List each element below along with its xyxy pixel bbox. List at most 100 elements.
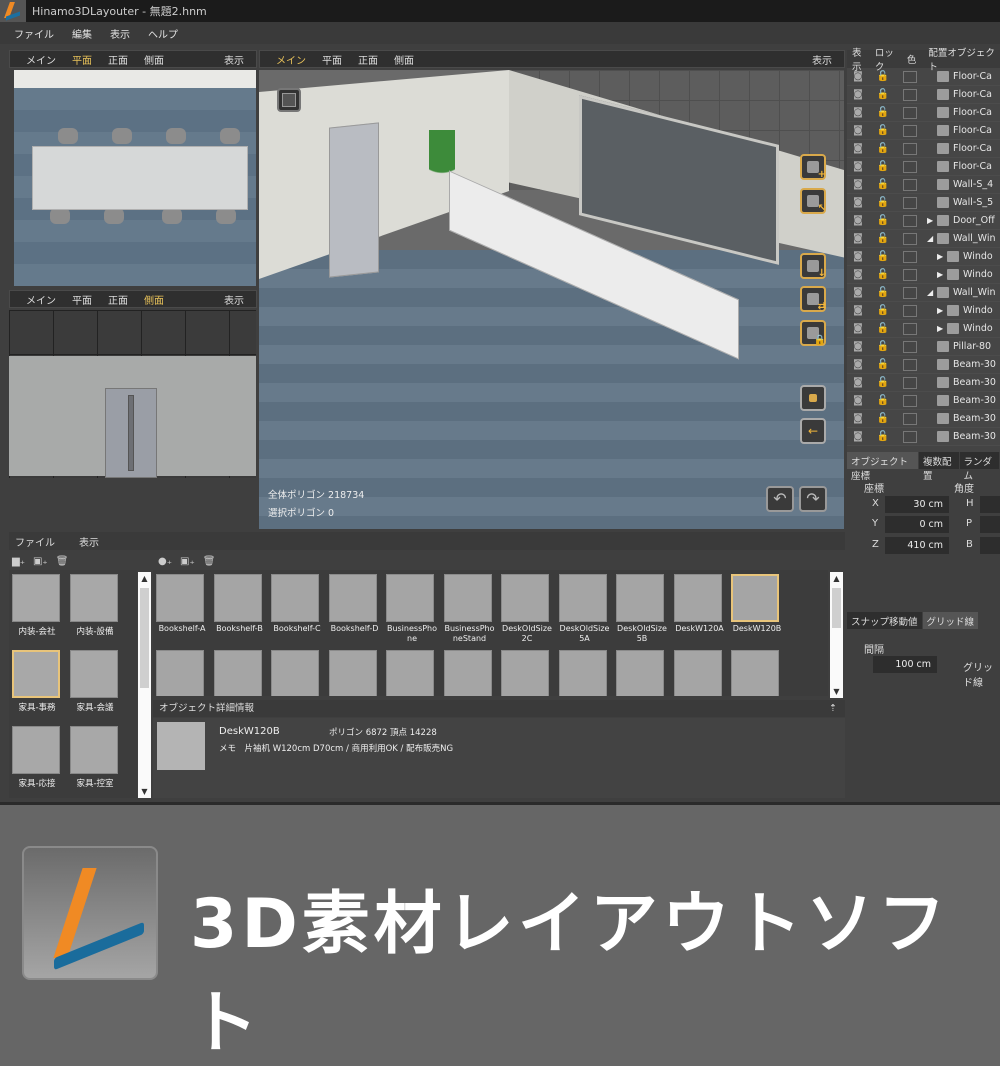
- color-swatch[interactable]: [903, 286, 917, 299]
- expand-arrow-icon[interactable]: ▶: [937, 270, 947, 279]
- view-display-button[interactable]: 表示: [224, 292, 244, 307]
- visibility-camera-icon[interactable]: ◙: [847, 233, 869, 244]
- z-field[interactable]: 410 cm: [885, 537, 949, 554]
- tab-main[interactable]: メイン: [276, 52, 306, 67]
- object-row[interactable]: ◙ 🔓 Pillar-80: [847, 338, 1000, 356]
- p-field[interactable]: [980, 516, 1000, 533]
- color-swatch[interactable]: [903, 88, 917, 101]
- select-object-button[interactable]: ↖: [800, 188, 826, 214]
- object-row[interactable]: ◙ 🔓 Beam-30: [847, 428, 1000, 446]
- visibility-camera-icon[interactable]: ◙: [847, 431, 869, 442]
- unlock-icon[interactable]: 🔓: [869, 287, 897, 298]
- library-item[interactable]: BusinessPhone: [386, 574, 438, 644]
- visibility-camera-icon[interactable]: ◙: [847, 413, 869, 424]
- item-scrollbar[interactable]: ▲ ▼: [830, 572, 843, 698]
- library-item[interactable]: DeskOldSize2C: [501, 574, 553, 644]
- color-swatch[interactable]: [903, 412, 917, 425]
- add-image-icon[interactable]: ▣₊: [180, 556, 195, 567]
- visibility-camera-icon[interactable]: ◙: [847, 161, 869, 172]
- object-row[interactable]: ◙ 🔓 ▶ Door_Off: [847, 212, 1000, 230]
- menu-edit[interactable]: 編集: [72, 26, 92, 41]
- library-item[interactable]: Bookshelf-C: [271, 574, 323, 634]
- viewport-toggle-button[interactable]: [277, 88, 301, 112]
- trash-icon[interactable]: 🗑: [56, 556, 69, 567]
- unlock-icon[interactable]: 🔓: [869, 269, 897, 280]
- menu-file[interactable]: ファイル: [14, 26, 54, 41]
- expand-arrow-icon[interactable]: ▶: [937, 306, 947, 315]
- unlock-icon[interactable]: 🔓: [869, 71, 897, 82]
- library-item[interactable]: [213, 650, 266, 696]
- object-row[interactable]: ◙ 🔓 Wall-S_5: [847, 194, 1000, 212]
- unlock-icon[interactable]: 🔓: [869, 431, 897, 442]
- color-swatch[interactable]: [903, 124, 917, 137]
- object-row[interactable]: ◙ 🔓 Beam-30: [847, 374, 1000, 392]
- unlock-icon[interactable]: 🔓: [869, 251, 897, 262]
- tab-multi-place[interactable]: 複数配置: [919, 452, 959, 482]
- color-swatch[interactable]: [903, 160, 917, 173]
- unlock-icon[interactable]: 🔓: [869, 323, 897, 334]
- tab-side[interactable]: 側面: [144, 292, 164, 307]
- collapse-icon[interactable]: ⇡: [829, 700, 837, 717]
- menu-view[interactable]: 表示: [110, 26, 130, 41]
- tab-grid[interactable]: グリッド線: [922, 612, 979, 629]
- category-item[interactable]: 内装-会社: [12, 574, 62, 637]
- object-row[interactable]: ◙ 🔓 Beam-30: [847, 410, 1000, 428]
- library-file-menu[interactable]: ファイル: [15, 534, 55, 549]
- object-row[interactable]: ◙ 🔓 Floor-Ca: [847, 86, 1000, 104]
- visibility-camera-icon[interactable]: ◙: [847, 395, 869, 406]
- unlock-icon[interactable]: 🔓: [869, 197, 897, 208]
- category-item[interactable]: 家具-応接: [12, 726, 62, 789]
- library-item[interactable]: [386, 650, 438, 696]
- object-row[interactable]: ◙ 🔓 Floor-Ca: [847, 140, 1000, 158]
- color-swatch[interactable]: [903, 250, 917, 263]
- object-row[interactable]: ◙ 🔓 Floor-Ca: [847, 158, 1000, 176]
- expand-arrow-icon[interactable]: ▶: [937, 324, 947, 333]
- color-swatch[interactable]: [903, 376, 917, 389]
- object-row[interactable]: ◙ 🔓 Wall-S_4: [847, 176, 1000, 194]
- interval-field[interactable]: 100 cm: [873, 656, 937, 673]
- visibility-camera-icon[interactable]: ◙: [847, 269, 869, 280]
- visibility-camera-icon[interactable]: ◙: [847, 287, 869, 298]
- object-row[interactable]: ◙ 🔓 Beam-30: [847, 356, 1000, 374]
- unlock-icon[interactable]: 🔓: [869, 233, 897, 244]
- tab-plan[interactable]: 平面: [72, 52, 92, 67]
- unlock-icon[interactable]: 🔓: [869, 143, 897, 154]
- view-display-button[interactable]: 表示: [224, 52, 244, 67]
- color-swatch[interactable]: [903, 232, 917, 245]
- color-swatch[interactable]: [903, 106, 917, 119]
- object-row[interactable]: ◙ 🔓 ▶ Windo: [847, 302, 1000, 320]
- object-row[interactable]: ◙ 🔓 Floor-Ca: [847, 122, 1000, 140]
- library-item[interactable]: [731, 650, 783, 696]
- object-row[interactable]: ◙ 🔓 Beam-30: [847, 392, 1000, 410]
- library-view-menu[interactable]: 表示: [79, 534, 99, 549]
- category-item[interactable]: 家具-控室: [70, 726, 120, 789]
- library-item[interactable]: [616, 650, 668, 696]
- object-row[interactable]: ◙ 🔓 ◢ Wall_Win: [847, 230, 1000, 248]
- visibility-camera-icon[interactable]: ◙: [847, 143, 869, 154]
- library-item[interactable]: [156, 650, 208, 696]
- plan-viewport[interactable]: [14, 70, 256, 286]
- unlock-icon[interactable]: 🔓: [869, 89, 897, 100]
- object-row[interactable]: ◙ 🔓 ▶ Windo: [847, 248, 1000, 266]
- unlock-icon[interactable]: 🔓: [869, 125, 897, 136]
- visibility-camera-icon[interactable]: ◙: [847, 377, 869, 388]
- unlock-icon[interactable]: 🔓: [869, 359, 897, 370]
- color-swatch[interactable]: [903, 178, 917, 191]
- color-swatch[interactable]: [903, 214, 917, 227]
- side-viewport[interactable]: [9, 310, 256, 478]
- category-item[interactable]: 内装-設備: [70, 574, 120, 637]
- category-item[interactable]: 家具-会議: [70, 650, 120, 713]
- redo-button[interactable]: ↷: [799, 486, 827, 512]
- visibility-camera-icon[interactable]: ◙: [847, 359, 869, 370]
- expand-arrow-icon[interactable]: ◢: [927, 288, 937, 297]
- library-item[interactable]: DeskOldSize5A: [558, 574, 611, 644]
- unlock-icon[interactable]: 🔓: [869, 107, 897, 118]
- library-item[interactable]: Bookshelf-D: [328, 574, 381, 634]
- color-swatch[interactable]: [903, 340, 917, 353]
- color-swatch[interactable]: [903, 142, 917, 155]
- tab-side[interactable]: 側面: [144, 52, 164, 67]
- h-field[interactable]: [980, 496, 1000, 513]
- visibility-camera-icon[interactable]: ◙: [847, 215, 869, 226]
- object-row[interactable]: ◙ 🔓 ◢ Wall_Win: [847, 284, 1000, 302]
- visibility-camera-icon[interactable]: ◙: [847, 341, 869, 352]
